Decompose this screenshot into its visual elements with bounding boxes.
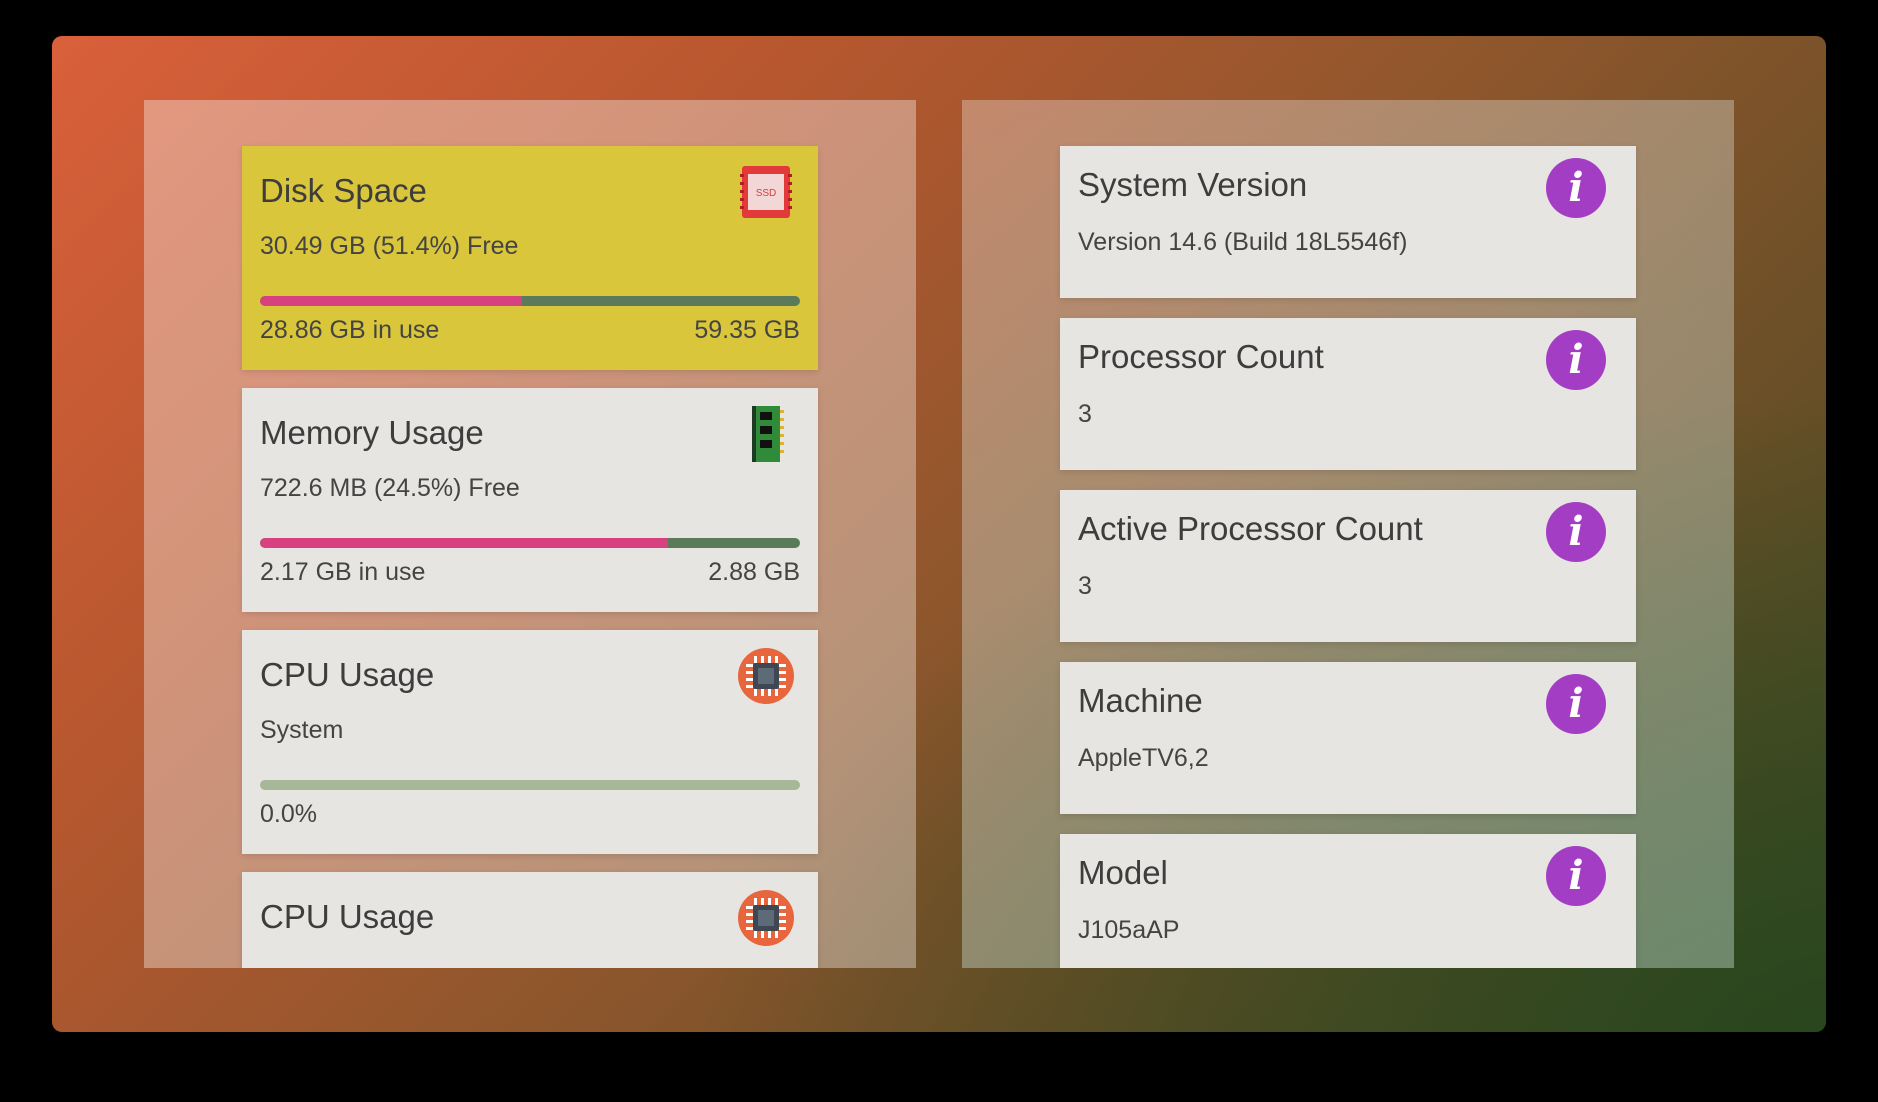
cpu-usage-bar [260,780,800,790]
used-label: 28.86 GB in use [260,316,440,344]
info-value: 3 [1078,572,1092,600]
cpu-chip-icon [738,648,794,704]
used-label: 2.17 GB in use [260,558,426,586]
cpu-percent-label: 0.0% [260,800,317,828]
system-info-panel[interactable]: System Version Version 14.6 (Build 18L55… [962,100,1734,968]
info-title: Model [1078,854,1168,891]
machine-card[interactable]: Machine AppleTV6,2 i [1060,662,1636,814]
memory-usage-card[interactable]: Memory Usage 722.6 MB (24.5%) Free 2.17 … [242,388,818,612]
info-title: Processor Count [1078,338,1324,375]
system-version-card[interactable]: System Version Version 14.6 (Build 18L55… [1060,146,1636,298]
info-icon[interactable]: i [1546,846,1606,906]
card-title: Memory Usage [260,414,484,451]
info-value: 3 [1078,400,1092,428]
info-icon[interactable]: i [1546,158,1606,218]
svg-text:SSD: SSD [756,188,777,199]
info-value: J105aAP [1078,916,1180,944]
info-icon[interactable]: i [1546,674,1606,734]
info-title: Active Processor Count [1078,510,1423,547]
card-title: CPU Usage [260,898,435,935]
resource-usage-panel[interactable]: Disk Space SSD 30.49 GB (51.4%) Free 28.… [144,100,916,968]
free-memory-label: 722.6 MB (24.5%) Free [260,474,520,502]
disk-usage-bar-fill [260,296,523,306]
cpu-chip-icon [738,890,794,946]
ssd-icon: SSD [740,166,792,218]
free-space-label: 30.49 GB (51.4%) Free [260,232,519,260]
cpu-category-label: System [260,716,344,744]
info-title: Machine [1078,682,1203,719]
app-window: Disk Space SSD 30.49 GB (51.4%) Free 28.… [52,36,1826,1032]
info-value: Version 14.6 (Build 18L5546f) [1078,228,1408,256]
total-label: 2.88 GB [708,558,800,586]
info-icon[interactable]: i [1546,330,1606,390]
card-title: CPU Usage [260,656,435,693]
disk-space-card[interactable]: Disk Space SSD 30.49 GB (51.4%) Free 28.… [242,146,818,370]
cpu-usage-system-card[interactable]: CPU Usage System 0.0% [242,630,818,854]
active-processor-count-card[interactable]: Active Processor Count 3 i [1060,490,1636,642]
info-value: AppleTV6,2 [1078,744,1209,772]
memory-usage-bar [260,538,800,548]
disk-usage-bar [260,296,800,306]
info-icon[interactable]: i [1546,502,1606,562]
processor-count-card[interactable]: Processor Count 3 i [1060,318,1636,470]
model-card[interactable]: Model J105aAP i [1060,834,1636,968]
cpu-usage-card[interactable]: CPU Usage [242,872,818,968]
info-title: System Version [1078,166,1308,203]
ram-module-icon [752,406,784,462]
total-label: 59.35 GB [694,316,800,344]
card-title: Disk Space [260,172,427,209]
memory-usage-bar-fill [260,538,668,548]
